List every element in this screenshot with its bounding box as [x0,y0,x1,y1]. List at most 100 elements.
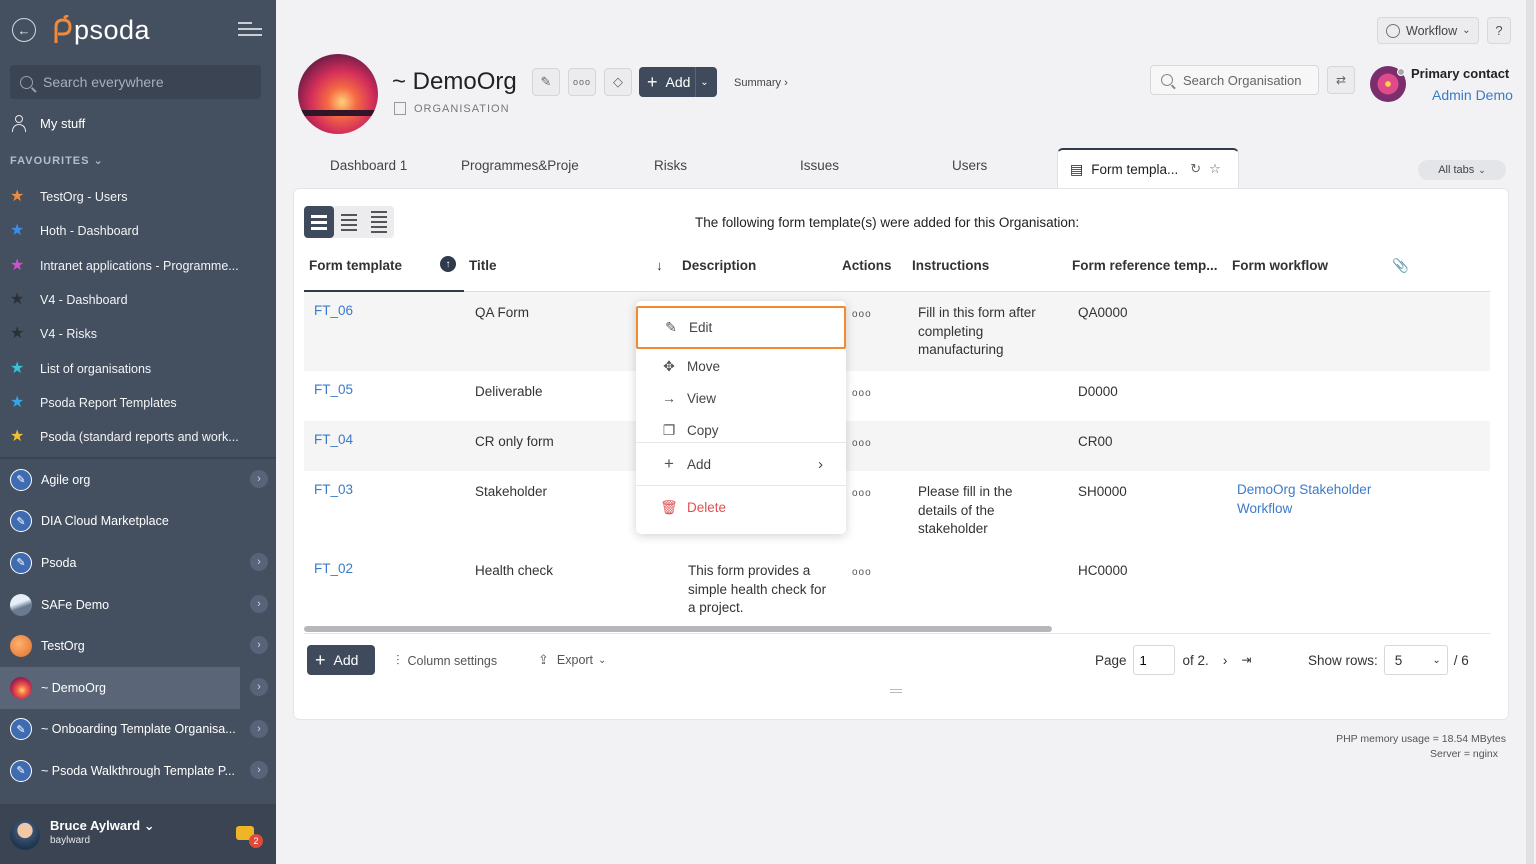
search-everywhere-input[interactable] [43,74,243,90]
actions-menu-icon[interactable]: ooo [852,564,872,583]
refresh-icon[interactable]: ↻ [1190,161,1201,177]
link-icon[interactable]: ⇄ [1327,66,1355,94]
sort-ascending-icon[interactable]: ↑ [440,256,456,272]
tab-users[interactable]: Users [952,158,1012,173]
favourite-item[interactable]: ★ V4 - Risks [10,317,270,351]
org-item[interactable]: ✎ Psoda › [0,542,276,584]
last-page-icon[interactable]: ⇥ [1241,653,1251,667]
export-button[interactable]: ⇪ Export ⌄ [538,652,606,668]
page-scrollbar[interactable] [1526,0,1534,864]
psoda-logo[interactable]: psoda [50,12,150,48]
help-button[interactable]: ? [1487,17,1511,44]
chevron-down-icon[interactable]: ⌄ [695,67,713,97]
search-organisation[interactable] [1150,65,1319,95]
form-workflow-link[interactable]: DemoOrg Stakeholder Workflow [1237,481,1397,518]
column-settings-button[interactable]: ⫶ Column settings [396,652,497,669]
primary-contact-name[interactable]: Admin Demo [1432,87,1513,103]
table-row[interactable]: FT_03 Stakeholder ooo Please fill in the… [304,471,1490,550]
table-row[interactable]: FT_04 CR only form ooo CR00 [304,421,1490,471]
actions-menu-icon[interactable]: ooo [852,435,872,454]
menu-item-view[interactable]: → View [636,383,846,413]
resize-handle-icon[interactable] [890,689,902,693]
tab-form-templates[interactable]: ▤ Form templa... ↻ ☆ [1057,148,1239,188]
column-header-description[interactable]: Description [682,258,756,273]
form-template-id[interactable]: FT_04 [314,431,353,450]
form-template-id[interactable]: FT_06 [314,302,353,321]
user-name[interactable]: Bruce Aylward ⌄ [50,818,155,834]
org-item-active[interactable]: ~ DemoOrg › [0,666,268,709]
menu-item-edit[interactable]: ✎ Edit [636,306,846,349]
menu-item-copy[interactable]: ❐ Copy [636,415,846,445]
form-template-id[interactable]: FT_02 [314,560,353,579]
table-row[interactable]: FT_05 Deliverable ooo D0000 [304,371,1490,421]
all-tabs-button[interactable]: All tabs ⌄ [1418,160,1506,180]
menu-item-add[interactable]: + Add › [636,449,846,479]
star-outline-icon[interactable]: ☆ [1209,161,1221,177]
favourite-item[interactable]: ★ Psoda Report Templates [10,386,270,420]
landscape-avatar [10,593,32,616]
user-footer[interactable]: Bruce Aylward ⌄ baylward 2 [0,804,276,864]
favourite-item[interactable]: ★ V4 - Dashboard [10,283,270,317]
favourite-item[interactable]: ★ TestOrg - Users [10,180,270,214]
tag-icon[interactable]: ◇ [604,68,632,96]
chevron-right-icon[interactable]: › [250,470,268,488]
chevron-right-icon[interactable]: › [250,636,268,655]
org-item[interactable]: SAFe Demo › [0,584,276,626]
favourite-item[interactable]: ★ Hoth - Dashboard [10,214,270,248]
sidebar-search[interactable] [10,65,261,99]
org-item[interactable]: TestOrg › [0,625,276,667]
form-template-id[interactable]: FT_03 [314,481,353,500]
back-arrow-icon[interactable]: ← [12,18,36,42]
collapse-menu-icon[interactable] [238,22,262,38]
search-organisation-input[interactable] [1183,72,1313,88]
next-page-icon[interactable]: › [1223,653,1228,668]
column-header-form-workflow[interactable]: Form workflow [1232,258,1328,273]
actions-menu-icon[interactable]: ooo [852,485,872,504]
workflow-button[interactable]: Workflow ⌄ [1377,17,1479,44]
page-number-input[interactable] [1132,645,1175,675]
chevron-right-icon[interactable]: › [250,719,268,738]
org-item[interactable]: ✎ Agile org › [0,459,276,501]
org-item[interactable]: ✎ DIA Cloud Marketplace [0,501,276,543]
chevron-right-icon[interactable]: › [250,677,268,696]
rows-per-page-select[interactable]: 5 ⌄ [1383,645,1448,675]
chevron-right-icon[interactable]: › [250,553,268,572]
form-template-id[interactable]: FT_05 [314,381,353,400]
summary-link[interactable]: Summary › [734,77,788,89]
column-header-form-reference[interactable]: Form reference temp... [1072,258,1218,273]
page-count: of 2. [1182,652,1209,668]
table-row[interactable]: FT_02 Health check This form provides a … [304,550,1490,629]
column-header-title[interactable]: Title [469,258,497,273]
horizontal-scrollbar[interactable] [304,626,1052,632]
dense-view-icon[interactable] [364,206,394,238]
chevron-right-icon[interactable]: › [250,761,268,780]
list-view-icon[interactable] [304,206,334,238]
tab-programmes[interactable]: Programmes&Proje [461,158,579,173]
compact-view-icon[interactable] [334,206,364,238]
column-header-form-template[interactable]: Form template [309,258,402,273]
menu-item-move[interactable]: ✥ Move [636,351,846,381]
building-icon [394,102,406,115]
paperclip-icon[interactable]: 📎 [1392,258,1409,274]
sort-descending-icon[interactable]: ↓ [656,258,663,273]
column-header-instructions[interactable]: Instructions [912,258,989,273]
footer-add-button[interactable]: + Add [307,645,375,675]
favourites-heading[interactable]: FAVOURITES ⌄ [10,154,104,167]
actions-menu-icon[interactable]: ooo [852,385,872,404]
my-stuff-link[interactable]: My stuff [10,114,85,132]
table-row[interactable]: FT_06 QA Form ooo Fill in this form afte… [304,292,1490,371]
tab-dashboard[interactable]: Dashboard 1 [330,158,430,173]
chevron-right-icon[interactable]: › [250,594,268,613]
favourite-item[interactable]: ★ List of organisations [10,351,270,385]
tab-risks[interactable]: Risks [654,158,714,173]
org-item[interactable]: ✎ ~ Psoda Walkthrough Template P... › [0,750,276,792]
org-item[interactable]: ✎ ~ Onboarding Template Organisa... › [0,709,276,751]
edit-pencil-icon[interactable]: ✎ [532,68,560,96]
menu-item-delete[interactable]: 🗑 Delete [636,492,846,522]
more-options-icon[interactable]: ooo [568,68,596,96]
favourite-item[interactable]: ★ Intranet applications - Programme... [10,249,270,283]
tab-issues[interactable]: Issues [800,158,860,173]
actions-menu-icon[interactable]: ooo [852,306,872,325]
favourite-item[interactable]: ★ Psoda (standard reports and work... [10,420,270,454]
add-button[interactable]: + Add ⌄ [639,67,717,97]
